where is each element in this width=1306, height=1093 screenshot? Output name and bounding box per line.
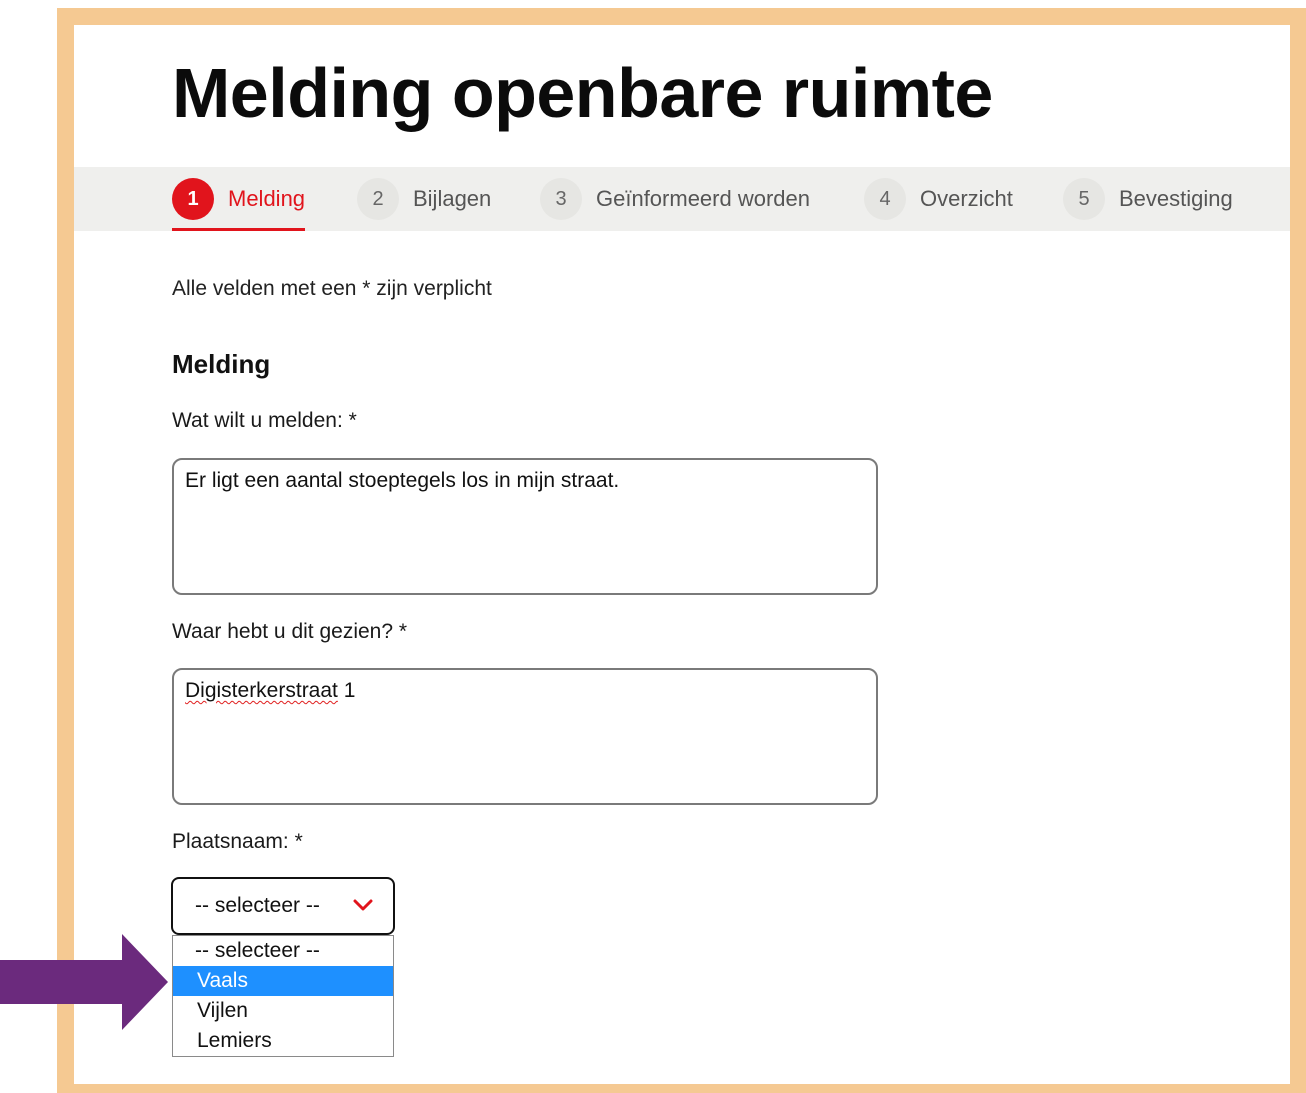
where-label: Waar hebt u dit gezien? * <box>172 620 408 643</box>
step-number: 5 <box>1063 178 1105 220</box>
step-number: 2 <box>357 178 399 220</box>
step-label: Bevestiging <box>1119 186 1233 211</box>
place-select[interactable]: -- selecteer -- <box>171 877 395 935</box>
step-bijlagen[interactable]: 2 Bijlagen <box>357 175 491 223</box>
place-selected-value: -- selecteer -- <box>195 894 320 917</box>
where-textarea[interactable]: Digisterkerstraat 1 <box>172 668 878 805</box>
where-value-rest: 1 <box>337 679 356 702</box>
step-bevestiging[interactable]: 5 Bevestiging <box>1063 175 1233 223</box>
step-indicator: 1 Melding 2 Bijlagen 3 Geïnformeerd word… <box>74 167 1290 231</box>
step-label: Overzicht <box>920 186 1013 211</box>
step-overzicht[interactable]: 4 Overzicht <box>864 175 1013 223</box>
step-number: 4 <box>864 178 906 220</box>
step-label: Melding <box>228 186 306 211</box>
step-label: Bijlagen <box>413 186 492 211</box>
what-value: Er ligt een aantal stoeptegels los in mi… <box>185 469 620 492</box>
option-selecteer[interactable]: -- selecteer -- <box>173 936 393 966</box>
option-vijlen[interactable]: Vijlen <box>173 996 393 1026</box>
option-lemiers[interactable]: Lemiers <box>173 1026 393 1056</box>
option-vaals[interactable]: Vaals <box>173 966 393 996</box>
step-number: 3 <box>540 178 582 220</box>
arrow-right-icon <box>0 934 168 1030</box>
step-label: Geïnformeerd worden <box>596 186 810 211</box>
step-geinformeerd-worden[interactable]: 3 Geïnformeerd worden <box>540 175 810 223</box>
where-value-misspelled: Digisterkerstraat <box>185 679 338 702</box>
step-melding[interactable]: 1 Melding <box>172 175 306 231</box>
what-label: Wat wilt u melden: * <box>172 409 357 432</box>
section-title: Melding <box>172 349 271 379</box>
page-card: Melding openbare ruimte 1 Melding 2 Bijl… <box>74 25 1290 1084</box>
step-number: 1 <box>172 178 214 220</box>
what-textarea[interactable]: Er ligt een aantal stoeptegels los in mi… <box>172 458 878 595</box>
required-fields-note: Alle velden met een * zijn verplicht <box>172 277 492 300</box>
page-title: Melding openbare ruimte <box>172 54 993 132</box>
chevron-down-icon <box>353 899 373 911</box>
place-options-list: -- selecteer -- Vaals Vijlen Lemiers <box>172 935 394 1057</box>
place-label: Plaatsnaam: * <box>172 830 303 853</box>
